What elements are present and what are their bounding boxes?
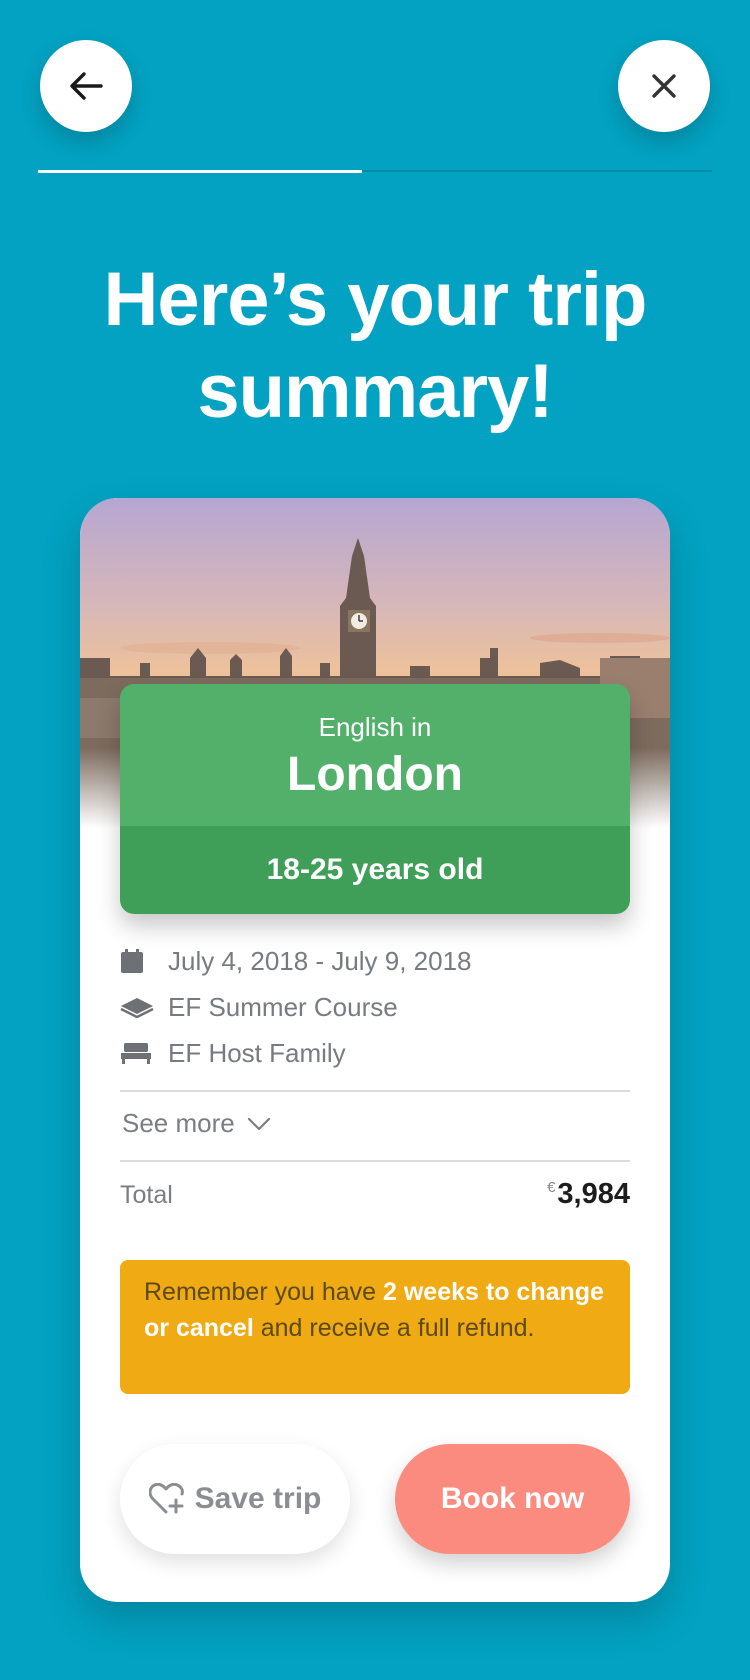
calendar-icon: [120, 946, 154, 976]
see-more-label: See more: [122, 1108, 235, 1138]
save-trip-label: Save trip: [194, 1482, 322, 1515]
bed-icon: [120, 1038, 154, 1068]
book-now-label: Book now: [440, 1482, 585, 1515]
progress-track: [38, 170, 712, 173]
age-group: 18-25 years old: [120, 826, 630, 914]
close-icon: [652, 74, 676, 98]
heart-plus-icon: [148, 1483, 184, 1514]
total-label: Total: [120, 1181, 173, 1209]
notice-text-before: Remember you have: [144, 1278, 384, 1306]
detail-dates-text: July 4, 2018 - July 9, 2018: [168, 945, 472, 976]
trip-card: English in London 18-25 years old July 4…: [80, 498, 670, 1602]
close-button[interactable]: [618, 40, 710, 132]
destination-header: English in London: [120, 684, 630, 826]
page-title-line1: Here’s your trip: [103, 257, 648, 342]
save-trip-button[interactable]: Save trip: [120, 1444, 350, 1554]
progress-fill: [38, 170, 362, 173]
notice-text-after: and receive a full refund.: [253, 1314, 535, 1342]
back-button[interactable]: [40, 40, 132, 132]
book-now-button[interactable]: Book now: [395, 1444, 630, 1554]
total-amount: 3,984: [557, 1178, 630, 1210]
chevron-down-icon: [247, 1117, 270, 1130]
page-title: Here’s your trip summary!: [0, 254, 750, 438]
detail-course: EF Summer Course: [120, 984, 630, 1030]
detail-accommodation: EF Host Family: [120, 1030, 630, 1076]
see-more-toggle[interactable]: See more: [122, 1108, 271, 1139]
destination-city: London: [287, 748, 463, 801]
detail-course-text: EF Summer Course: [168, 991, 398, 1022]
total-price: €3,984: [547, 1178, 630, 1211]
arrow-left-icon: [70, 72, 103, 100]
page-title-line2: summary!: [197, 349, 553, 434]
divider: [120, 1090, 630, 1092]
detail-accommodation-text: EF Host Family: [168, 1037, 346, 1068]
refund-notice: Remember you have 2 weeks to change or c…: [120, 1260, 630, 1394]
divider: [120, 1160, 630, 1162]
destination-prefix: English in: [318, 712, 432, 742]
total-row: Total €3,984: [120, 1178, 630, 1211]
book-icon: [120, 992, 154, 1022]
destination-box: English in London 18-25 years old: [120, 684, 630, 914]
trip-details: July 4, 2018 - July 9, 2018 EF Summer Co…: [120, 938, 630, 1076]
detail-dates: July 4, 2018 - July 9, 2018: [120, 938, 630, 984]
currency-symbol: €: [547, 1179, 556, 1197]
